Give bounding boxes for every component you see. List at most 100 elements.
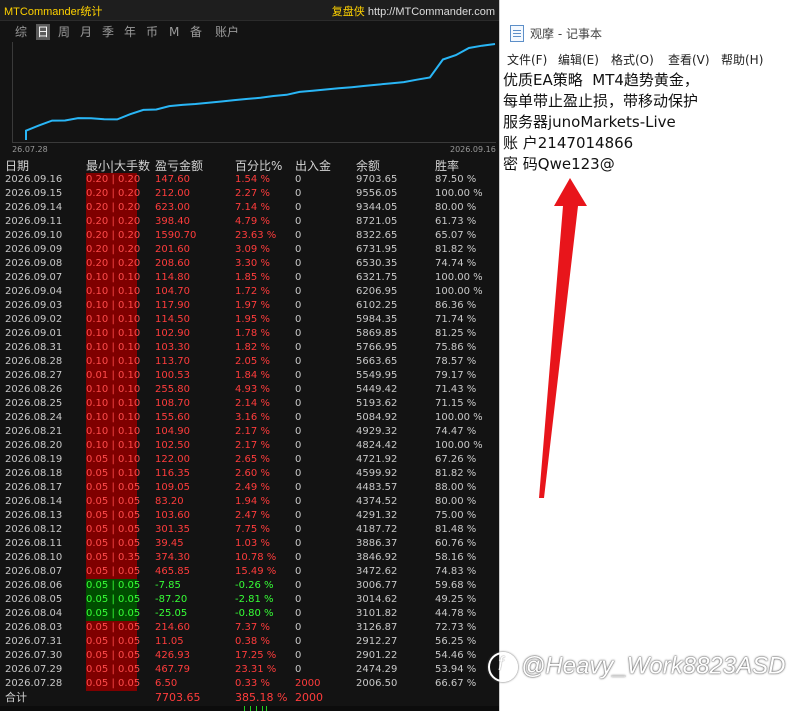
- cell-lots: 0.10 | 0.10: [86, 439, 141, 453]
- table-row[interactable]: 2026.09.07 0.10 | 0.10 114.80 1.85 % 0 6321.7…: [0, 271, 499, 285]
- balance-chart: 026.07.28 2026.09.16: [12, 42, 496, 154]
- tab-2[interactable]: 周: [57, 24, 71, 40]
- cell-pct: 2.14 %: [235, 398, 270, 409]
- table-row[interactable]: 2026.09.02 0.10 | 0.10 114.50 1.95 % 0 5984.3…: [0, 313, 499, 327]
- cell-pct: -0.26 %: [235, 580, 274, 591]
- table-row[interactable]: 2026.08.14 0.05 | 0.05 83.20 1.94 % 0 4374.52…: [0, 495, 499, 509]
- table-row[interactable]: 2026.09.11 0.20 | 0.20 398.40 4.79 % 0 8721.0…: [0, 215, 499, 229]
- table-row[interactable]: 2026.09.08 0.20 | 0.20 208.60 3.30 % 0 6530.3…: [0, 257, 499, 271]
- notepad-text-area[interactable]: 优质EA策略 MT4趋势黄金， 每单带止盈止损，带移动保护 服务器junoMar…: [503, 70, 799, 175]
- table-row[interactable]: 2026.08.21 0.10 | 0.10 104.90 2.17 % 0 4929.3…: [0, 425, 499, 439]
- table-row[interactable]: 2026.08.31 0.10 | 0.10 103.30 1.82 % 0 5766.9…: [0, 341, 499, 355]
- table-row[interactable]: 2026.08.24 0.10 | 0.10 155.60 3.16 % 0 5084.9…: [0, 411, 499, 425]
- cell-pnl: 83.20: [155, 496, 184, 507]
- header-pnl[interactable]: 盈亏金额: [155, 157, 203, 174]
- table-row[interactable]: 2026.09.14 0.20 | 0.20 623.00 7.14 % 0 9344.0…: [0, 201, 499, 215]
- tab-6[interactable]: 币: [145, 24, 159, 40]
- cell-winrate: 61.73 %: [435, 216, 477, 227]
- table-row[interactable]: 2026.08.05 0.05 | 0.05 -87.20 -2.81 % 0 3014.…: [0, 593, 499, 607]
- tab-5[interactable]: 年: [123, 24, 137, 40]
- cell-pnl: 301.35: [155, 524, 190, 535]
- cell-winrate: 56.25 %: [435, 636, 477, 647]
- menu-file[interactable]: 文件(F): [507, 51, 547, 68]
- menu-edit[interactable]: 编辑(E): [558, 51, 599, 68]
- cell-balance: 3472.62: [356, 566, 398, 577]
- cell-lots: 0.05 | 0.05: [86, 495, 141, 509]
- cell-balance: 4374.52: [356, 496, 398, 507]
- cell-pct: 7.37 %: [235, 622, 270, 633]
- text-line: 服务器junoMarkets-Live: [503, 113, 676, 131]
- menu-format[interactable]: 格式(O): [611, 51, 654, 68]
- cell-deposit: 0: [295, 608, 302, 619]
- header-winrate[interactable]: 胜率: [435, 157, 459, 174]
- table-row[interactable]: 2026.08.20 0.10 | 0.10 102.50 2.17 % 0 4824.4…: [0, 439, 499, 453]
- cell-date: 2026.08.25: [5, 398, 63, 409]
- cell-lots: 0.20 | 0.20: [86, 257, 141, 271]
- tab-3[interactable]: 月: [79, 24, 93, 40]
- tab-4[interactable]: 季: [101, 24, 115, 40]
- table-row[interactable]: 2026.08.17 0.05 | 0.05 109.05 2.49 % 0 4483.5…: [0, 481, 499, 495]
- table-row[interactable]: 2026.07.30 0.05 | 0.05 426.93 17.25 % 0 2901.…: [0, 649, 499, 663]
- table-row[interactable]: 2026.09.15 0.20 | 0.20 212.00 2.27 % 0 9556.0…: [0, 187, 499, 201]
- header-date[interactable]: 日期: [5, 157, 29, 174]
- table-row[interactable]: 2026.07.31 0.05 | 0.05 11.05 0.38 % 0 2912.27…: [0, 635, 499, 649]
- header-deposit[interactable]: 出入金: [295, 157, 331, 174]
- cell-winrate: 65.07 %: [435, 230, 477, 241]
- balance-series-line: [25, 43, 496, 140]
- tab-8[interactable]: 备: [189, 24, 203, 40]
- notepad-title-bar: 观摩 - 记事本: [500, 20, 801, 46]
- table-row[interactable]: 2026.08.04 0.05 | 0.05 -25.05 -0.80 % 0 3101.…: [0, 607, 499, 621]
- cell-balance: 3126.87: [356, 622, 398, 633]
- table-row[interactable]: 2026.08.12 0.05 | 0.05 301.35 7.75 % 0 4187.7…: [0, 523, 499, 537]
- brand-url[interactable]: http://MTCommander.com: [368, 6, 495, 18]
- cell-balance: 4483.57: [356, 482, 398, 493]
- header-balance[interactable]: 余额: [356, 157, 380, 174]
- cell-pnl: 201.60: [155, 244, 190, 255]
- text-line: 每单带止盈止损，带移动保护: [503, 92, 699, 110]
- header-lots[interactable]: 最小|大手数: [86, 157, 150, 174]
- cell-winrate: 74.83 %: [435, 566, 477, 577]
- table-row[interactable]: 2026.09.09 0.20 | 0.20 201.60 3.09 % 0 6731.9…: [0, 243, 499, 257]
- cell-pct: 2.17 %: [235, 426, 270, 437]
- table-row[interactable]: 2026.09.03 0.10 | 0.10 117.90 1.97 % 0 6102.2…: [0, 299, 499, 313]
- table-row[interactable]: 2026.08.13 0.05 | 0.05 103.60 2.47 % 0 4291.3…: [0, 509, 499, 523]
- table-row[interactable]: 2026.08.25 0.10 | 0.10 108.70 2.14 % 0 5193.6…: [0, 397, 499, 411]
- table-row[interactable]: 2026.08.07 0.05 | 0.05 465.85 15.49 % 0 3472.…: [0, 565, 499, 579]
- table-row[interactable]: 2026.07.29 0.05 | 0.05 467.79 23.31 % 0 2474.…: [0, 663, 499, 677]
- cell-lots: 0.20 | 0.20: [86, 187, 141, 201]
- tab-1[interactable]: 日: [36, 24, 50, 40]
- cell-pct: 1.54 %: [235, 174, 270, 185]
- tab-0[interactable]: 综: [14, 24, 28, 40]
- table-row[interactable]: 2026.08.26 0.10 | 0.10 255.80 4.93 % 0 5449.4…: [0, 383, 499, 397]
- cell-lots: 0.10 | 0.10: [86, 383, 141, 397]
- brand-link[interactable]: 复盘侠 http://MTCommander.com: [332, 3, 495, 19]
- cell-winrate: 53.94 %: [435, 664, 477, 675]
- table-row[interactable]: 2026.09.16 0.20 | 0.20 147.60 1.54 % 0 9703.6…: [0, 173, 499, 187]
- table-row[interactable]: 2026.08.27 0.01 | 0.10 100.53 1.84 % 0 5549.9…: [0, 369, 499, 383]
- table-row[interactable]: 2026.08.28 0.10 | 0.10 113.70 2.05 % 0 5663.6…: [0, 355, 499, 369]
- cell-lots: 0.10 | 0.10: [86, 299, 141, 313]
- cell-pnl: 426.93: [155, 650, 190, 661]
- table-row[interactable]: 2026.07.28 0.05 | 0.05 6.50 0.33 % 2000 2006.…: [0, 677, 499, 691]
- bottom-tick: [266, 706, 267, 711]
- cell-deposit: 0: [295, 384, 302, 395]
- table-row[interactable]: 2026.08.18 0.05 | 0.10 116.35 2.60 % 0 4599.9…: [0, 467, 499, 481]
- cell-date: 2026.09.10: [5, 230, 63, 241]
- table-row[interactable]: 2026.08.19 0.05 | 0.10 122.00 2.65 % 0 4721.9…: [0, 453, 499, 467]
- cell-date: 2026.07.29: [5, 664, 63, 675]
- menu-view[interactable]: 查看(V): [668, 51, 710, 68]
- table-row[interactable]: 2026.08.03 0.05 | 0.05 214.60 7.37 % 0 3126.8…: [0, 621, 499, 635]
- bottom-tick: [244, 706, 245, 711]
- table-row[interactable]: 2026.08.11 0.05 | 0.05 39.45 1.03 % 0 3886.37…: [0, 537, 499, 551]
- cell-pct: 7.14 %: [235, 202, 270, 213]
- table-row[interactable]: 2026.09.10 0.20 | 0.20 1590.70 23.63 % 0 8322…: [0, 229, 499, 243]
- table-row[interactable]: 2026.09.04 0.10 | 0.10 104.70 1.72 % 0 6206.9…: [0, 285, 499, 299]
- table-row[interactable]: 2026.08.06 0.05 | 0.05 -7.85 -0.26 % 0 3006.7…: [0, 579, 499, 593]
- menu-help[interactable]: 帮助(H): [721, 51, 763, 68]
- tab-7[interactable]: M: [169, 24, 179, 40]
- cell-lots: 0.20 | 0.20: [86, 215, 141, 229]
- header-pct[interactable]: 百分比%: [235, 157, 282, 174]
- table-row[interactable]: 2026.08.10 0.05 | 0.35 374.30 10.78 % 0 3846.…: [0, 551, 499, 565]
- tab-9[interactable]: 账户: [213, 24, 241, 40]
- table-row[interactable]: 2026.09.01 0.10 | 0.10 102.90 1.78 % 0 5869.8…: [0, 327, 499, 341]
